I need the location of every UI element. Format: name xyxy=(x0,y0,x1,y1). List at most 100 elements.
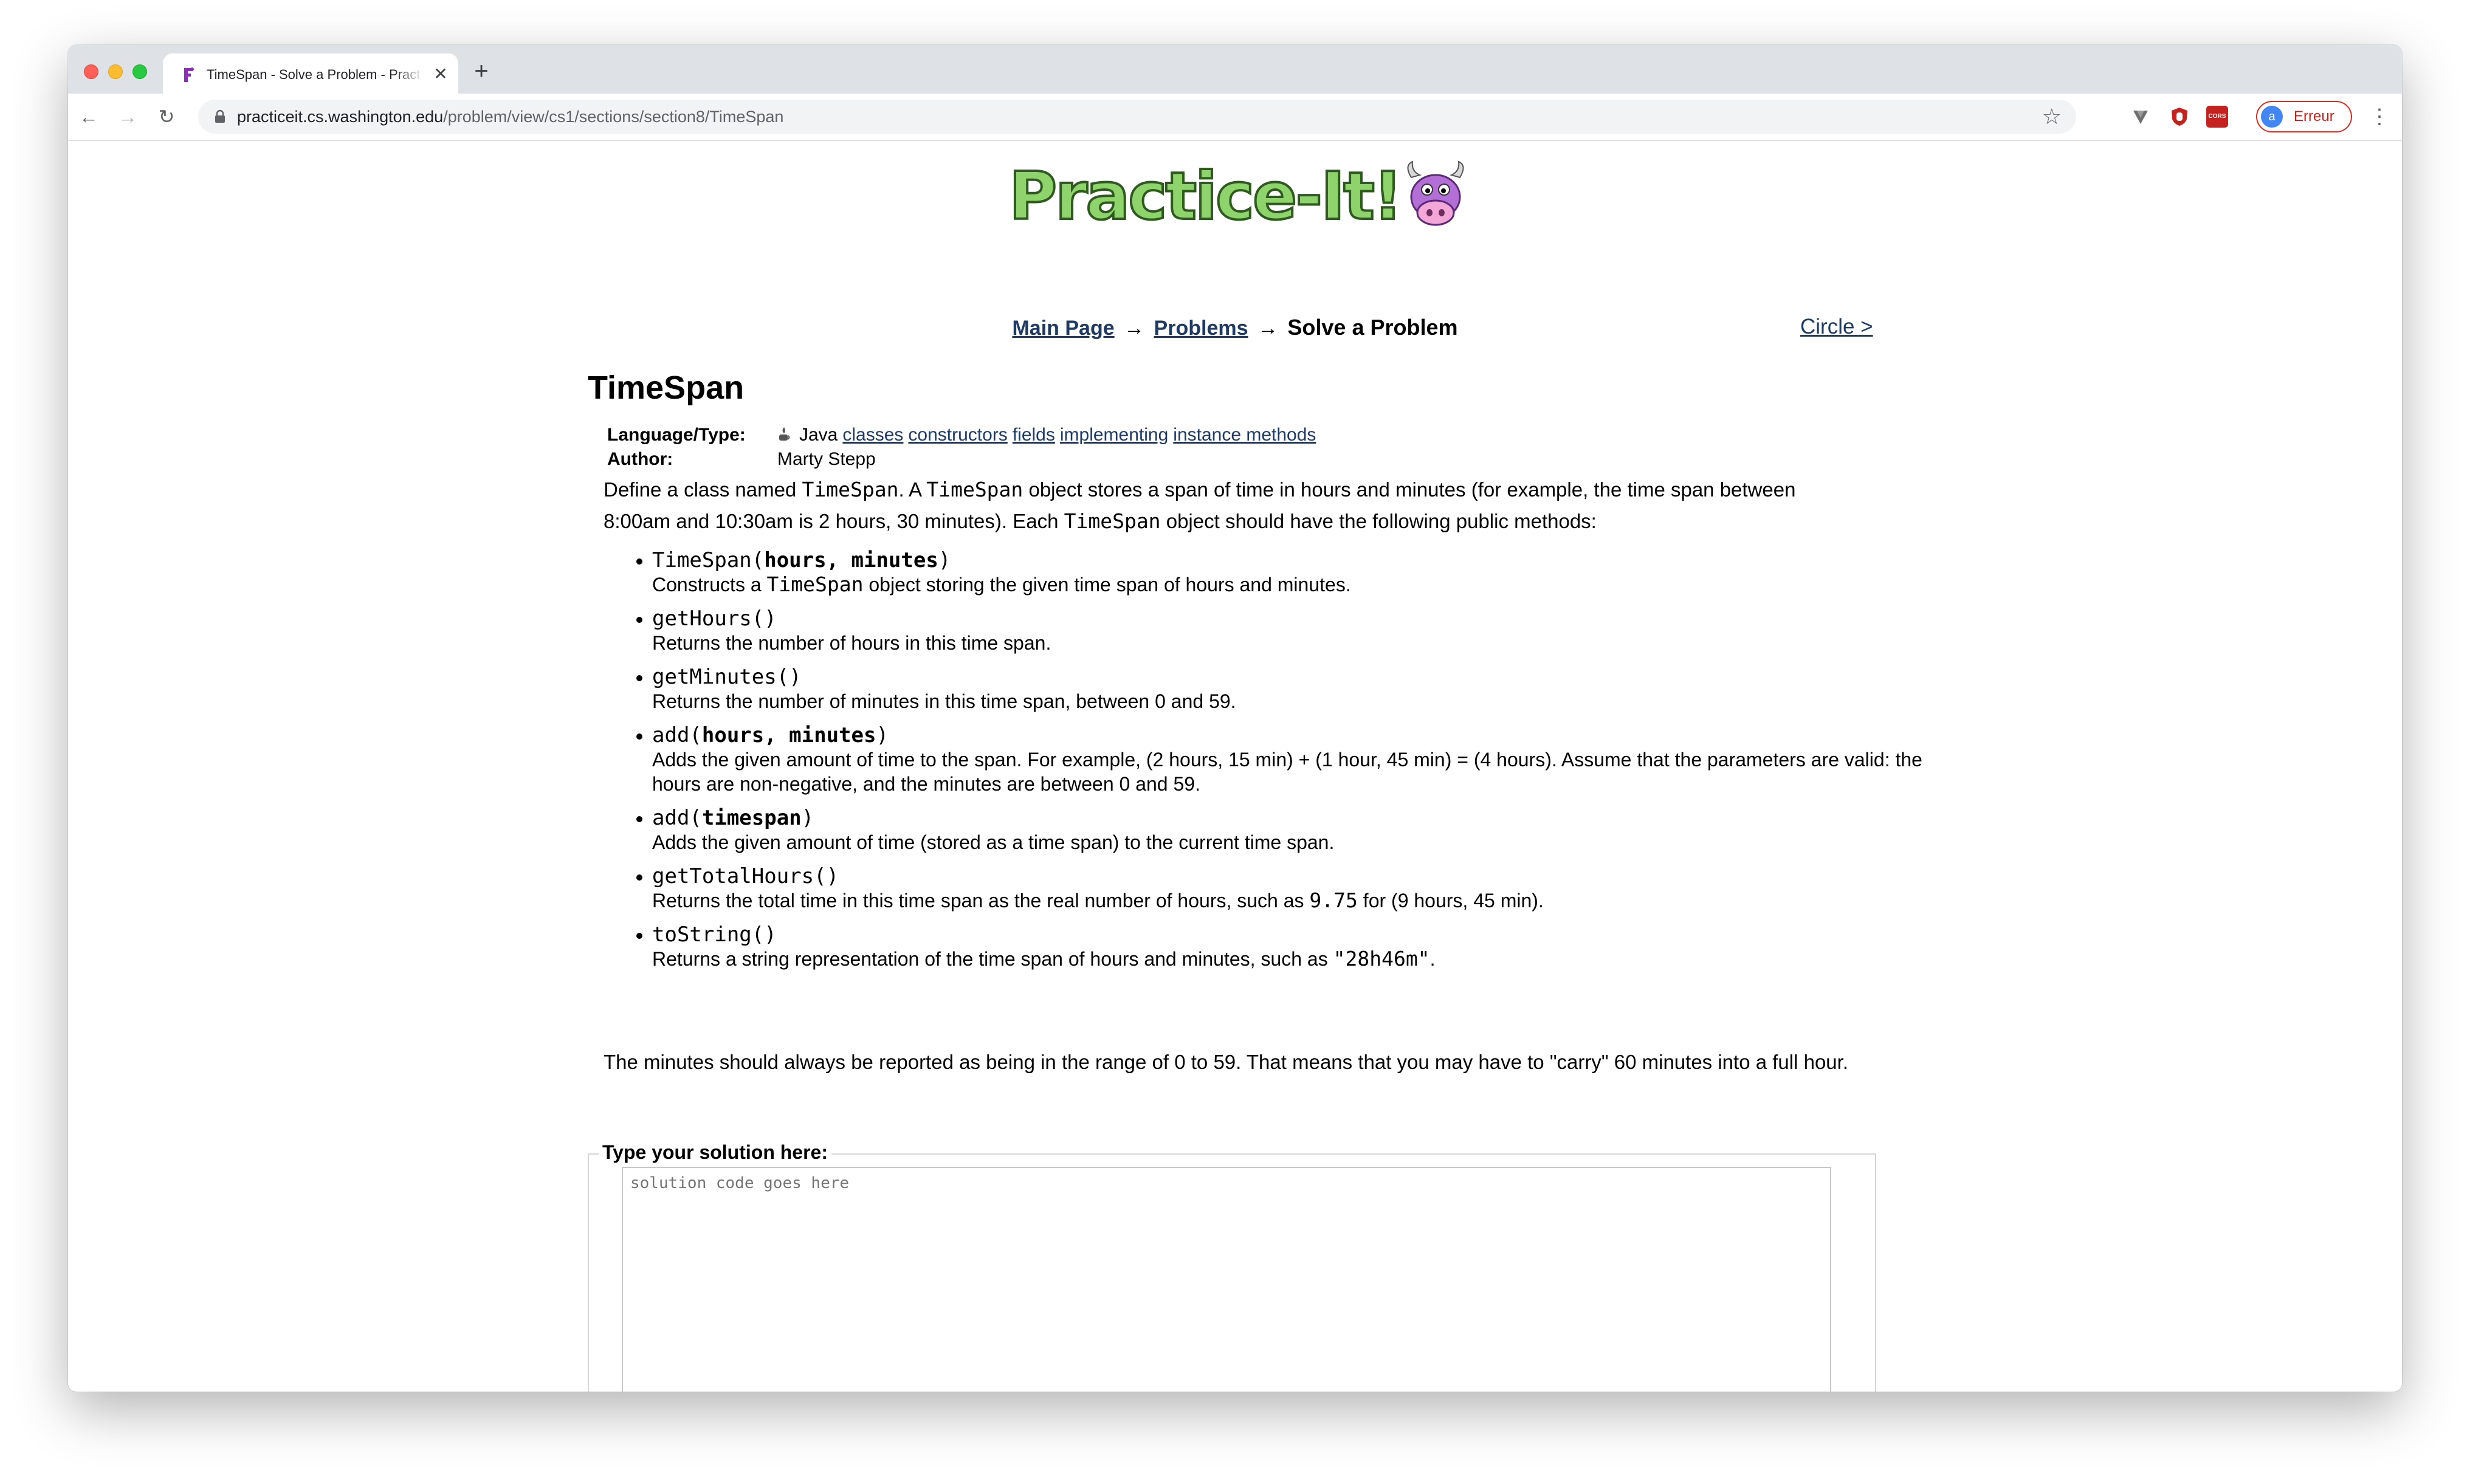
circle-link[interactable]: Circle > xyxy=(1800,315,1873,339)
method-name: TimeSpan( xyxy=(652,548,765,572)
breadcrumb-main-page-link[interactable]: Main Page xyxy=(1012,317,1114,340)
solution-fieldset: Type your solution here: xyxy=(588,1141,1876,1392)
profile-button[interactable]: a Erreur xyxy=(2256,101,2352,132)
author-label: Author: xyxy=(607,449,673,469)
ublock-extension-icon[interactable] xyxy=(2169,106,2190,128)
solution-code-editor[interactable] xyxy=(622,1167,1831,1392)
method-signature: toString() xyxy=(652,922,777,947)
method-signature: add(timespan) xyxy=(652,806,814,830)
method-signature: getHours() xyxy=(652,606,777,631)
maximize-window-button[interactable] xyxy=(132,64,147,79)
method-item: getHours() Returns the number of hours i… xyxy=(652,606,1928,655)
method-item: add(hours, minutes) Adds the given amoun… xyxy=(652,723,1928,796)
method-desc-text: object storing the given time span of ho… xyxy=(863,574,1351,596)
method-signature: getMinutes() xyxy=(652,665,802,689)
method-desc-text: for (9 hours, 45 min). xyxy=(1357,890,1544,912)
tag-link[interactable]: constructors xyxy=(908,425,1007,445)
language-text: Java xyxy=(799,425,838,445)
language-value: Java classes constructors fields implementin… xyxy=(777,423,1316,447)
inline-code: "28h46m" xyxy=(1333,947,1430,970)
method-desc-text: Returns the number of hours in this time… xyxy=(652,632,1051,654)
inline-code: 9.75 xyxy=(1309,888,1358,912)
inline-code: TimeSpan xyxy=(926,478,1023,501)
inline-code: TimeSpan xyxy=(1064,509,1161,533)
method-list: TimeSpan(hours, minutes) Constructs a Ti… xyxy=(604,548,1928,981)
method-description: Returns the number of minutes in this ti… xyxy=(652,689,1928,713)
method-description: Adds the given amount of time (stored as… xyxy=(652,830,1928,854)
method-params: timespan xyxy=(701,806,802,830)
close-window-button[interactable] xyxy=(84,64,98,79)
method-sig-end: ) xyxy=(938,548,951,572)
java-cup-icon xyxy=(779,427,790,441)
back-arrow-icon[interactable]: ← xyxy=(77,105,101,129)
browser-menu-icon[interactable]: ⋮ xyxy=(2369,105,2390,129)
url-host: practiceit.cs.washington.edu xyxy=(237,108,444,126)
reload-icon[interactable]: ↻ xyxy=(154,105,179,129)
breadcrumb-current: Solve a Problem xyxy=(1287,315,1458,340)
forward-arrow-icon[interactable]: → xyxy=(115,105,140,129)
vimeo-extension-icon[interactable] xyxy=(2130,106,2152,128)
solution-legend: Type your solution here: xyxy=(599,1141,831,1164)
inline-code: TimeSpan xyxy=(802,478,899,501)
new-tab-button[interactable]: + xyxy=(469,59,494,84)
method-item: toString() Returns a string representati… xyxy=(652,922,1928,971)
language-label: Language/Type: xyxy=(607,425,746,445)
method-params: hours, minutes xyxy=(701,723,876,747)
problem-description: Define a class named TimeSpan. A TimeSpa… xyxy=(604,474,1862,537)
profile-error-label: Erreur xyxy=(2294,108,2334,125)
method-description: Constructs a TimeSpan object storing the… xyxy=(652,572,1928,597)
method-desc-text: Returns a string representation of the t… xyxy=(652,948,1333,970)
method-item: TimeSpan(hours, minutes) Constructs a Ti… xyxy=(652,548,1928,597)
method-description: Adds the given amount of time to the spa… xyxy=(652,747,1928,796)
practice-it-logo: Practice-It! xyxy=(1008,157,1464,236)
tab-title-fade xyxy=(394,62,424,86)
method-name: toString() xyxy=(652,922,777,947)
practice-it-favicon-icon xyxy=(184,67,194,82)
tag-link[interactable]: implementing xyxy=(1060,425,1168,445)
method-name: add( xyxy=(652,806,702,830)
method-name: add( xyxy=(652,723,702,747)
minimize-window-button[interactable] xyxy=(108,64,123,79)
tab-close-icon[interactable]: ✕ xyxy=(432,66,450,84)
author-value: Marty Stepp xyxy=(777,449,876,469)
url-path: /problem/view/cs1/sections/section8/Time… xyxy=(443,108,784,126)
tag-link[interactable]: fields xyxy=(1013,425,1055,445)
active-tab[interactable]: TimeSpan - Solve a Problem - Practice-It… xyxy=(163,53,458,94)
avatar: a xyxy=(2261,106,2283,128)
breadcrumb: Main Page → Problems → Solve a Problem xyxy=(68,315,2402,340)
breadcrumb-problems-link[interactable]: Problems xyxy=(1154,317,1248,340)
problem-section: TimeSpan Language/Type: Java classes const… xyxy=(588,366,1952,1392)
method-item: getTotalHours() Returns the total time i… xyxy=(652,864,1928,913)
method-sig-end: ) xyxy=(876,723,889,747)
method-desc-text: Returns the total time in this time span… xyxy=(652,890,1310,912)
inline-code: TimeSpan xyxy=(766,572,864,596)
page-content: Practice-It! Main Page → Problems → Solv… xyxy=(68,141,2402,1392)
method-signature: TimeSpan(hours, minutes) xyxy=(652,548,951,572)
page-title: TimeSpan xyxy=(588,369,745,406)
method-description: Returns a string representation of the t… xyxy=(652,947,1928,971)
description-text: object should have the following public … xyxy=(1160,510,1597,532)
tab-strip: TimeSpan - Solve a Problem - Practice-It… xyxy=(68,45,2402,94)
tag-link[interactable]: instance methods xyxy=(1173,425,1316,445)
method-description: Returns the number of hours in this time… xyxy=(652,631,1928,655)
method-signature: getTotalHours() xyxy=(652,864,839,888)
url-text[interactable]: practiceit.cs.washington.edu/problem/vie… xyxy=(237,100,783,134)
method-params: hours, minutes xyxy=(764,548,938,572)
cors-extension-icon[interactable]: CORS xyxy=(2206,106,2228,128)
description-text: Define a class named xyxy=(604,478,802,501)
browser-toolbar: ← → ↻ practiceit.cs.washington.edu/probl… xyxy=(68,94,2402,141)
method-name: getTotalHours() xyxy=(652,864,839,888)
bookmark-star-icon[interactable]: ☆ xyxy=(2042,103,2062,130)
lock-icon xyxy=(215,109,225,123)
method-name: getHours() xyxy=(652,606,777,631)
address-bar[interactable]: practiceit.cs.washington.edu/problem/vie… xyxy=(198,100,2076,134)
method-desc-text: Adds the given amount of time to the spa… xyxy=(652,749,1922,795)
tab-title: TimeSpan - Solve a Problem - Practice-It xyxy=(207,67,419,82)
breadcrumb-separator: → xyxy=(1124,317,1145,340)
method-desc-text: Constructs a xyxy=(652,574,767,596)
minutes-note: The minutes should always be reported as… xyxy=(604,1051,1848,1073)
method-sig-end: ) xyxy=(801,806,814,830)
tag-link[interactable]: classes xyxy=(842,425,903,445)
method-name: getMinutes() xyxy=(652,665,802,689)
description-text: . A xyxy=(898,478,927,501)
